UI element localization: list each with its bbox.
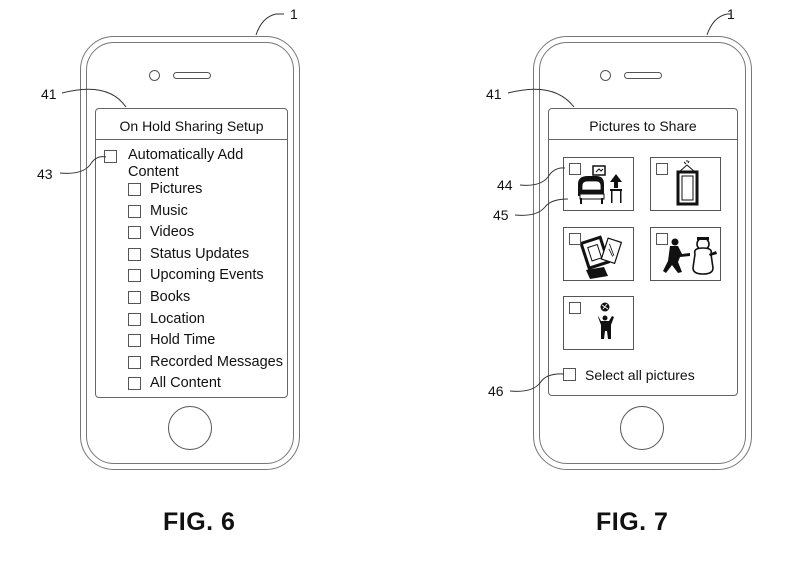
leader-line-device-fig6: [255, 13, 284, 36]
leader-line-picture: [514, 198, 569, 216]
leader-line-picture-checkbox: [519, 167, 566, 186]
leader-line-select-all: [509, 373, 565, 392]
leader-line-device-fig7: [706, 13, 731, 36]
leader-line-screen-fig7: [507, 88, 575, 108]
reference-leader-lines: [59, 13, 731, 392]
leader-line-screen-fig6: [61, 88, 127, 108]
leader-line-auto-add-fig6: [59, 156, 107, 174]
